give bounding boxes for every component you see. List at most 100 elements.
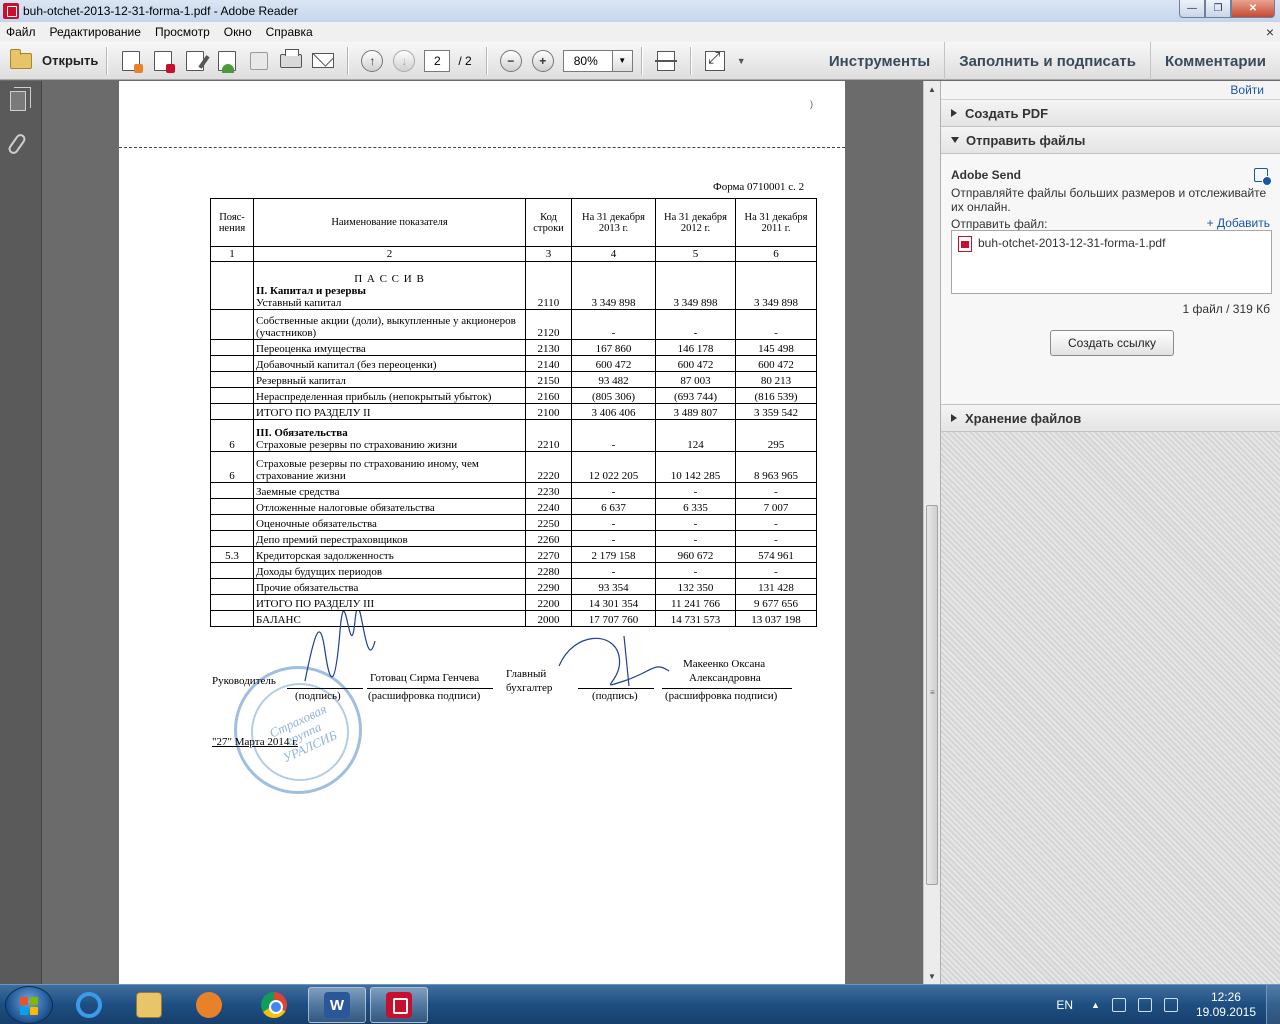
navigation-pane: [0, 81, 42, 984]
close-button[interactable]: ✕: [1231, 0, 1275, 18]
clock-time: 12:26: [1210, 990, 1241, 1004]
cell-2012: 87 003: [655, 371, 736, 388]
zoom-in-button[interactable]: +: [531, 49, 554, 72]
taskbar-internet-explorer[interactable]: [60, 987, 118, 1023]
open-button[interactable]: Открыть: [10, 47, 98, 75]
create-link-button[interactable]: Создать ссылку: [1050, 330, 1174, 356]
customize-toolbar-icon[interactable]: ▼: [737, 56, 746, 66]
file-list[interactable]: buh-otchet-2013-12-31-forma-1.pdf: [951, 230, 1272, 294]
taskbar-media-player[interactable]: [180, 987, 238, 1023]
scrollbar-thumb[interactable]: ≡: [926, 505, 938, 885]
taskbar-chrome[interactable]: [245, 987, 303, 1023]
export-pdf-button[interactable]: [150, 48, 176, 74]
page-number-input[interactable]: 2: [424, 49, 451, 72]
full-screen-button[interactable]: [702, 48, 728, 74]
upload-button[interactable]: [214, 48, 240, 74]
clock-date: 19.09.2015: [1195, 1005, 1256, 1019]
cell-name: Страховые резервы по страхованию иному, …: [253, 451, 526, 483]
table-row: Прочие обязательства 2290 93 354 132 350…: [210, 578, 817, 595]
cell-name: ИТОГО ПО РАЗДЕЛУ III: [253, 594, 526, 611]
section-send-files[interactable]: Отправить файлы: [941, 127, 1280, 154]
language-indicator[interactable]: EN: [1056, 998, 1073, 1012]
scroll-up-icon[interactable]: ▲: [924, 81, 940, 97]
header-2013: На 31 декабря 2013 г.: [571, 198, 656, 247]
document-area[interactable]: ) Форма 0710001 с. 2 Пояс-нения Наименов…: [43, 81, 923, 984]
cell-name: Прочие обязательства: [253, 578, 526, 595]
decoding-caption: (расшифровка подписи): [368, 690, 481, 702]
grip-icon: ≡: [930, 688, 935, 697]
cell-2011: -: [735, 482, 817, 499]
page-thumbnails-icon[interactable]: [10, 87, 31, 111]
cell-code: 2000: [525, 610, 572, 627]
col-number: 3: [525, 246, 572, 262]
print-button[interactable]: [278, 48, 304, 74]
vertical-scrollbar[interactable]: ▲ ≡ ▼: [923, 81, 940, 984]
header-code: Код строки: [525, 198, 572, 247]
cell-2013: (805 306): [571, 387, 656, 404]
cell-note: [210, 261, 254, 310]
menu-file[interactable]: Файл: [6, 25, 36, 39]
maximize-button[interactable]: ❐: [1205, 0, 1231, 18]
scroll-down-icon[interactable]: ▼: [924, 968, 940, 984]
action-center-icon[interactable]: [1111, 998, 1126, 1012]
zoom-select[interactable]: 80% ▼: [562, 49, 633, 72]
taskbar-explorer[interactable]: [120, 987, 178, 1023]
cell-code: 2220: [525, 451, 572, 483]
table-row: Заемные средства 2230 - - -: [210, 482, 817, 499]
file-list-item[interactable]: buh-otchet-2013-12-31-forma-1.pdf: [978, 236, 1165, 250]
toolbar-separator: [640, 46, 642, 75]
cell-2013: 600 472: [571, 355, 656, 372]
menu-window[interactable]: Окно: [224, 25, 252, 39]
create-pdf-button[interactable]: [118, 48, 144, 74]
table-row: П А С С И В II. Капитал и резервы Уставн…: [210, 261, 817, 310]
taskbar-adobe-reader[interactable]: [370, 987, 428, 1023]
sign-in-link[interactable]: Войти: [1230, 83, 1264, 97]
chevron-down-icon[interactable]: ▼: [612, 49, 633, 72]
signature-line: [367, 688, 493, 689]
menu-edit[interactable]: Редактирование: [50, 25, 141, 39]
show-hidden-icons-icon[interactable]: ▲: [1091, 1000, 1100, 1010]
next-page-button[interactable]: ↓: [393, 49, 416, 72]
section-file-storage[interactable]: Хранение файлов: [941, 405, 1280, 432]
tab-tools[interactable]: Инструменты: [815, 42, 944, 80]
cell-note: [210, 594, 254, 611]
email-button[interactable]: [310, 48, 336, 74]
close-document-icon[interactable]: ×: [1266, 24, 1274, 40]
table-row: ИТОГО ПО РАЗДЕЛУ II 2100 3 406 406 3 489…: [210, 403, 817, 420]
adobe-reader-icon: [386, 992, 412, 1018]
cell-2013: -: [571, 514, 656, 531]
tab-fill-sign[interactable]: Заполнить и подписать: [944, 42, 1150, 80]
menu-view[interactable]: Просмотр: [155, 25, 210, 39]
cell-code: 2130: [525, 339, 572, 356]
cell-name: Нераспределенная прибыль (непокрытый убы…: [253, 387, 526, 404]
system-tray: EN ▲ 12:26 19.09.2015: [1056, 985, 1280, 1024]
taskbar-word[interactable]: W: [308, 987, 366, 1023]
cell-2012: -: [655, 482, 736, 499]
add-file-link[interactable]: + Добавить: [1207, 216, 1270, 230]
tab-comments[interactable]: Комментарии: [1149, 42, 1280, 80]
menu-help[interactable]: Справка: [266, 25, 313, 39]
fit-page-button[interactable]: [653, 48, 679, 74]
cell-code: 2200: [525, 594, 572, 611]
show-desktop-button[interactable]: [1266, 985, 1280, 1024]
minimize-button[interactable]: —: [1179, 0, 1205, 18]
column-number-row: 1 2 3 4 5 6: [210, 246, 817, 262]
page-total: / 2: [458, 53, 472, 68]
previous-page-button[interactable]: ↑: [361, 49, 384, 72]
start-button[interactable]: [5, 986, 53, 1024]
clock[interactable]: 12:26 19.09.2015: [1196, 990, 1256, 1020]
zoom-out-button[interactable]: −: [499, 49, 522, 72]
zoom-input[interactable]: 80%: [562, 49, 613, 72]
cell-code: 2120: [525, 309, 572, 340]
cell-note: [210, 371, 254, 388]
cell-2012: -: [655, 530, 736, 547]
network-icon[interactable]: [1137, 998, 1152, 1012]
signature-line: [662, 688, 792, 689]
attachments-icon[interactable]: [6, 132, 28, 156]
volume-icon[interactable]: [1163, 998, 1178, 1012]
sign-button[interactable]: [182, 48, 208, 74]
cell-2013: 2 179 158: [571, 546, 656, 563]
section-create-pdf[interactable]: Создать PDF: [941, 100, 1280, 127]
cell-name: Резервный капитал: [253, 371, 526, 388]
save-button[interactable]: [246, 48, 272, 74]
